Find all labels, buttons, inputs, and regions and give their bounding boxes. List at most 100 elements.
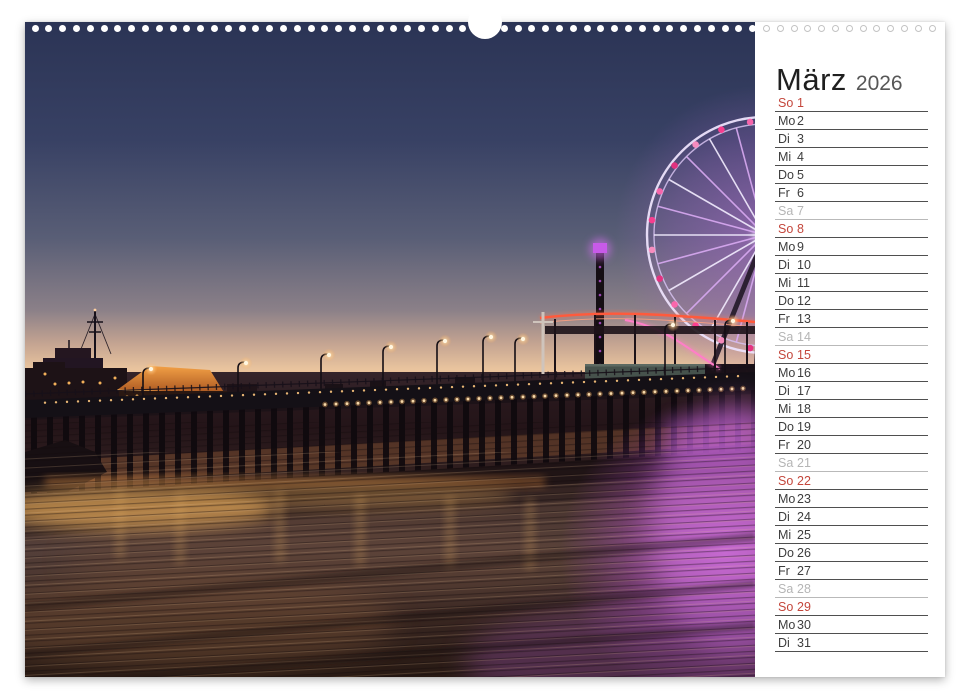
day-abbrev: Mi (778, 403, 797, 416)
binding-hole (321, 25, 328, 32)
day-abbrev: Sa (778, 457, 797, 470)
day-abbrev: Sa (778, 583, 797, 596)
day-number: 28 (797, 583, 811, 596)
binding-hole (887, 25, 894, 32)
binding-hole (128, 25, 135, 32)
binding-hole (211, 25, 218, 32)
day-row: Do12 (775, 292, 928, 310)
calendar-preview: März 2026 So1Mo2Di3Mi4Do5Fr6Sa7So8Mo9Di1… (0, 0, 971, 700)
binding-hole (294, 25, 301, 32)
day-abbrev: Sa (778, 205, 797, 218)
calendar-page: März 2026 So1Mo2Di3Mi4Do5Fr6Sa7So8Mo9Di1… (25, 22, 945, 677)
day-abbrev: So (778, 601, 797, 614)
day-abbrev: Di (778, 385, 797, 398)
binding-hole (32, 25, 39, 32)
binding-hole (639, 25, 646, 32)
day-number: 29 (797, 601, 811, 614)
binding-hole (556, 25, 563, 32)
binding-hole (183, 25, 190, 32)
day-abbrev: Mi (778, 151, 797, 164)
binding-hole (611, 25, 618, 32)
day-abbrev: Do (778, 421, 797, 434)
day-number: 10 (797, 259, 811, 272)
day-abbrev: Mo (778, 115, 797, 128)
day-abbrev: Di (778, 133, 797, 146)
day-number: 19 (797, 421, 811, 434)
day-row: Do26 (775, 544, 928, 562)
day-abbrev: Do (778, 169, 797, 182)
pier-photo (25, 22, 755, 677)
day-number: 20 (797, 439, 811, 452)
binding-hole (349, 25, 356, 32)
day-row: Di17 (775, 382, 928, 400)
day-abbrev: Fr (778, 439, 797, 452)
day-number: 13 (797, 313, 811, 326)
day-abbrev: Fr (778, 313, 797, 326)
day-number: 30 (797, 619, 811, 632)
day-number: 4 (797, 151, 804, 164)
binding-hole (791, 25, 798, 32)
binding-hole (570, 25, 577, 32)
day-row: So8 (775, 220, 928, 238)
binding-hole (666, 25, 673, 32)
day-row: So1 (775, 94, 928, 112)
day-number: 18 (797, 403, 811, 416)
binding-hole (528, 25, 535, 32)
day-number: 5 (797, 169, 804, 182)
binding-hole (266, 25, 273, 32)
binding-hole (915, 25, 922, 32)
binding-hole (735, 25, 742, 32)
day-abbrev: Fr (778, 187, 797, 200)
day-row: So29 (775, 598, 928, 616)
day-abbrev: Fr (778, 565, 797, 578)
binding-hole (832, 25, 839, 32)
day-number: 1 (797, 97, 804, 110)
binding-hole (59, 25, 66, 32)
day-abbrev: Mo (778, 493, 797, 506)
binding-hole (749, 25, 756, 32)
day-number: 7 (797, 205, 804, 218)
day-abbrev: Sa (778, 331, 797, 344)
day-row: Mi11 (775, 274, 928, 292)
day-row: Fr20 (775, 436, 928, 454)
binding-hole (515, 25, 522, 32)
month-header: März 2026 (776, 62, 903, 98)
day-abbrev: Di (778, 637, 797, 650)
binding-hole (225, 25, 232, 32)
binding-hole (252, 25, 259, 32)
binding-hole (197, 25, 204, 32)
binding-hole (404, 25, 411, 32)
binding-hole (501, 25, 508, 32)
day-number: 8 (797, 223, 804, 236)
day-row: Sa7 (775, 202, 928, 220)
day-number: 27 (797, 565, 811, 578)
binding-hole (170, 25, 177, 32)
binding-hole (542, 25, 549, 32)
day-row: Di24 (775, 508, 928, 526)
day-abbrev: So (778, 349, 797, 362)
binding-hole (846, 25, 853, 32)
day-row: So15 (775, 346, 928, 364)
binding-hole (459, 25, 466, 32)
day-number: 22 (797, 475, 811, 488)
day-number: 14 (797, 331, 811, 344)
day-row: Mo9 (775, 238, 928, 256)
day-number: 11 (797, 277, 810, 290)
binding-hole (45, 25, 52, 32)
binding-hole (777, 25, 784, 32)
day-row: Fr13 (775, 310, 928, 328)
day-abbrev: Do (778, 547, 797, 560)
day-number: 17 (797, 385, 811, 398)
day-list: So1Mo2Di3Mi4Do5Fr6Sa7So8Mo9Di10Mi11Do12F… (775, 94, 928, 652)
binding-hole (418, 25, 425, 32)
day-abbrev: Mi (778, 277, 797, 290)
binding-hole (653, 25, 660, 32)
binding-hole (584, 25, 591, 32)
day-number: 16 (797, 367, 811, 380)
binding-hole (873, 25, 880, 32)
day-number: 24 (797, 511, 811, 524)
binding-hole (625, 25, 632, 32)
day-abbrev: So (778, 97, 797, 110)
day-abbrev: Mi (778, 529, 797, 542)
binding-hole (763, 25, 770, 32)
